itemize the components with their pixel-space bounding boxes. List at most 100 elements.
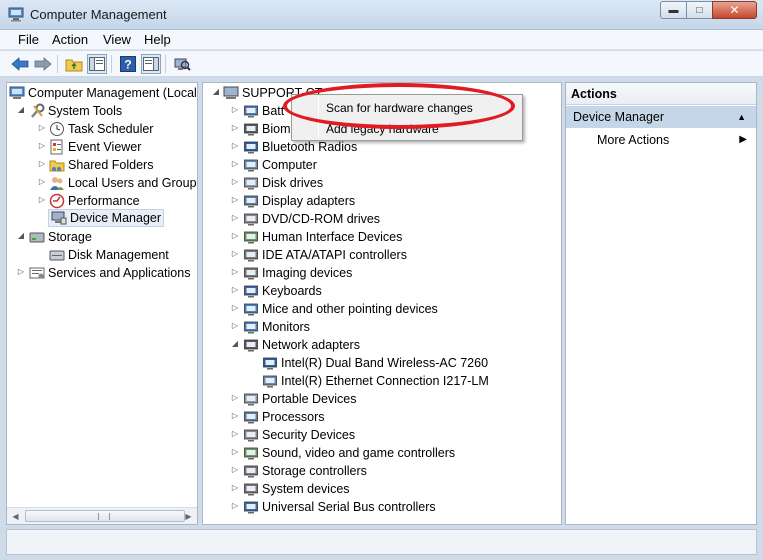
category-universal-serial-bus-controllers[interactable]: Universal Serial Bus controllers <box>243 498 436 516</box>
show-hide-console-tree-button[interactable] <box>87 54 107 74</box>
category-security-devices[interactable]: Security Devices <box>243 426 355 444</box>
category-batteries[interactable]: Batt <box>243 102 284 120</box>
expand-arrow-icon[interactable]: ▷ <box>230 411 240 420</box>
expand-arrow-icon[interactable]: ▷ <box>230 195 240 204</box>
device-tree-label: Processors <box>262 410 325 424</box>
category-dvd-cd-rom-drives[interactable]: DVD/CD-ROM drives <box>243 210 380 228</box>
expand-arrow-icon[interactable]: ▷ <box>37 195 47 204</box>
scrollbar-thumb[interactable] <box>25 510 185 522</box>
menu-help[interactable]: Help <box>144 32 171 47</box>
minimize-button[interactable]: ▬ <box>660 1 687 19</box>
menu-file[interactable]: File <box>18 32 39 47</box>
collapse-arrow-icon[interactable]: ◢ <box>16 231 26 240</box>
expand-arrow-icon[interactable]: ▷ <box>230 483 240 492</box>
expand-arrow-icon[interactable]: ▷ <box>230 231 240 240</box>
category-mice-and-other-pointing-devices[interactable]: Mice and other pointing devices <box>243 300 438 318</box>
category-ide-ata-atapi-controllers[interactable]: IDE ATA/ATAPI controllers <box>243 246 407 264</box>
category-network-adapters[interactable]: Network adapters <box>243 336 360 354</box>
expand-arrow-icon[interactable]: ▷ <box>230 303 240 312</box>
expand-arrow-icon[interactable]: ▷ <box>230 105 240 114</box>
device-network-adapter-1[interactable]: Intel(R) Dual Band Wireless-AC 7260 <box>262 354 488 372</box>
collapse-triangle-icon[interactable]: ▲ <box>737 112 746 122</box>
tree-item-event-viewer[interactable]: Event Viewer <box>49 138 141 156</box>
tree-item-storage[interactable]: Storage <box>29 228 92 246</box>
expand-arrow-icon[interactable]: ▷ <box>230 267 240 276</box>
maximize-button[interactable]: □ <box>686 1 713 19</box>
expand-arrow-icon[interactable]: ▷ <box>230 285 240 294</box>
device-category-icon <box>244 231 258 244</box>
device-manager-icon <box>51 211 67 225</box>
forward-button[interactable] <box>33 54 53 74</box>
actions-section-device-manager[interactable]: Device Manager ▲ <box>566 106 756 128</box>
scan-hardware-icon <box>174 58 191 71</box>
horizontal-scrollbar[interactable]: ◀ ▶ <box>7 507 197 524</box>
expand-arrow-icon[interactable]: ▷ <box>230 123 240 132</box>
tree-item-device-manager[interactable]: Device Manager <box>48 209 165 227</box>
expand-arrow-icon[interactable]: ▷ <box>230 141 240 150</box>
category-display-adapters[interactable]: Display adapters <box>243 192 355 210</box>
help-button[interactable]: ? <box>118 54 138 74</box>
category-biometric[interactable]: Biom <box>243 120 290 138</box>
menu-view[interactable]: View <box>103 32 131 47</box>
expand-arrow-icon[interactable]: ▷ <box>230 177 240 186</box>
expand-arrow-icon[interactable]: ▷ <box>37 123 47 132</box>
category-system-devices[interactable]: System devices <box>243 480 350 498</box>
tree-item-local-users[interactable]: Local Users and Groups <box>49 174 197 192</box>
device-category-icon <box>244 339 258 352</box>
users-icon <box>50 177 64 190</box>
collapse-arrow-icon[interactable]: ◢ <box>211 87 221 96</box>
category-disk-drives[interactable]: Disk drives <box>243 174 323 192</box>
device-tree-label: Universal Serial Bus controllers <box>262 500 436 514</box>
device-category-icon <box>244 195 258 208</box>
device-network-adapter-2[interactable]: Intel(R) Ethernet Connection I217-LM <box>262 372 489 390</box>
tree-item-task-scheduler[interactable]: Task Scheduler <box>49 120 153 138</box>
expand-arrow-icon[interactable]: ▷ <box>230 249 240 258</box>
tree-item-performance[interactable]: Performance <box>49 192 140 210</box>
expand-arrow-icon[interactable]: ▷ <box>37 141 47 150</box>
show-hide-action-pane-button[interactable] <box>141 54 161 74</box>
device-tree-label: Portable Devices <box>262 392 357 406</box>
category-monitors[interactable]: Monitors <box>243 318 310 336</box>
category-human-interface-devices[interactable]: Human Interface Devices <box>243 228 402 246</box>
category-processors[interactable]: Processors <box>243 408 325 426</box>
expand-arrow-icon[interactable]: ▷ <box>230 465 240 474</box>
collapse-arrow-icon[interactable]: ◢ <box>230 339 240 348</box>
console-tree-pane: Computer Management (Local ◢ System Tool… <box>6 82 198 525</box>
tree-item-services[interactable]: Services and Applications <box>29 264 190 282</box>
expand-arrow-icon[interactable]: ▷ <box>230 393 240 402</box>
expand-arrow-icon[interactable]: ▷ <box>230 447 240 456</box>
expand-arrow-icon[interactable]: ▷ <box>230 213 240 222</box>
scan-hardware-button[interactable] <box>172 54 192 74</box>
up-folder-button[interactable] <box>64 54 84 74</box>
more-actions-item[interactable]: More Actions ▶ <box>597 133 747 147</box>
category-computer[interactable]: Computer <box>243 156 317 174</box>
device-category-icon <box>244 465 258 478</box>
expand-arrow-icon[interactable]: ▷ <box>230 429 240 438</box>
tree-item-disk-management[interactable]: Disk Management <box>49 246 169 264</box>
tree-item-system-tools[interactable]: System Tools <box>29 102 122 120</box>
expand-arrow-icon[interactable]: ▷ <box>230 501 240 510</box>
expand-arrow-icon[interactable]: ▷ <box>37 159 47 168</box>
expand-arrow-icon[interactable]: ▷ <box>16 267 26 276</box>
tree-root[interactable]: Computer Management (Local <box>9 84 197 102</box>
back-button[interactable] <box>10 54 30 74</box>
device-category-icon <box>244 321 258 334</box>
tree-item-label: Device Manager <box>70 211 162 225</box>
scroll-right-icon[interactable]: ▶ <box>181 509 196 523</box>
expand-arrow-icon[interactable]: ▷ <box>230 321 240 330</box>
category-imaging-devices[interactable]: Imaging devices <box>243 264 352 282</box>
category-portable-devices[interactable]: Portable Devices <box>243 390 357 408</box>
category-sound-video-and-game-controllers[interactable]: Sound, video and game controllers <box>243 444 455 462</box>
system-tools-icon <box>31 103 45 118</box>
scroll-left-icon[interactable]: ◀ <box>8 509 23 523</box>
expand-arrow-icon[interactable]: ▷ <box>230 159 240 168</box>
clock-icon <box>50 122 64 136</box>
collapse-arrow-icon[interactable]: ◢ <box>16 105 26 114</box>
expand-arrow-icon[interactable]: ▷ <box>37 177 47 186</box>
back-arrow-icon <box>11 57 29 71</box>
menu-action[interactable]: Action <box>52 32 88 47</box>
category-storage-controllers[interactable]: Storage controllers <box>243 462 367 480</box>
category-keyboards[interactable]: Keyboards <box>243 282 322 300</box>
tree-item-shared-folders[interactable]: Shared Folders <box>49 156 153 174</box>
close-button[interactable]: ✕ <box>712 1 757 19</box>
